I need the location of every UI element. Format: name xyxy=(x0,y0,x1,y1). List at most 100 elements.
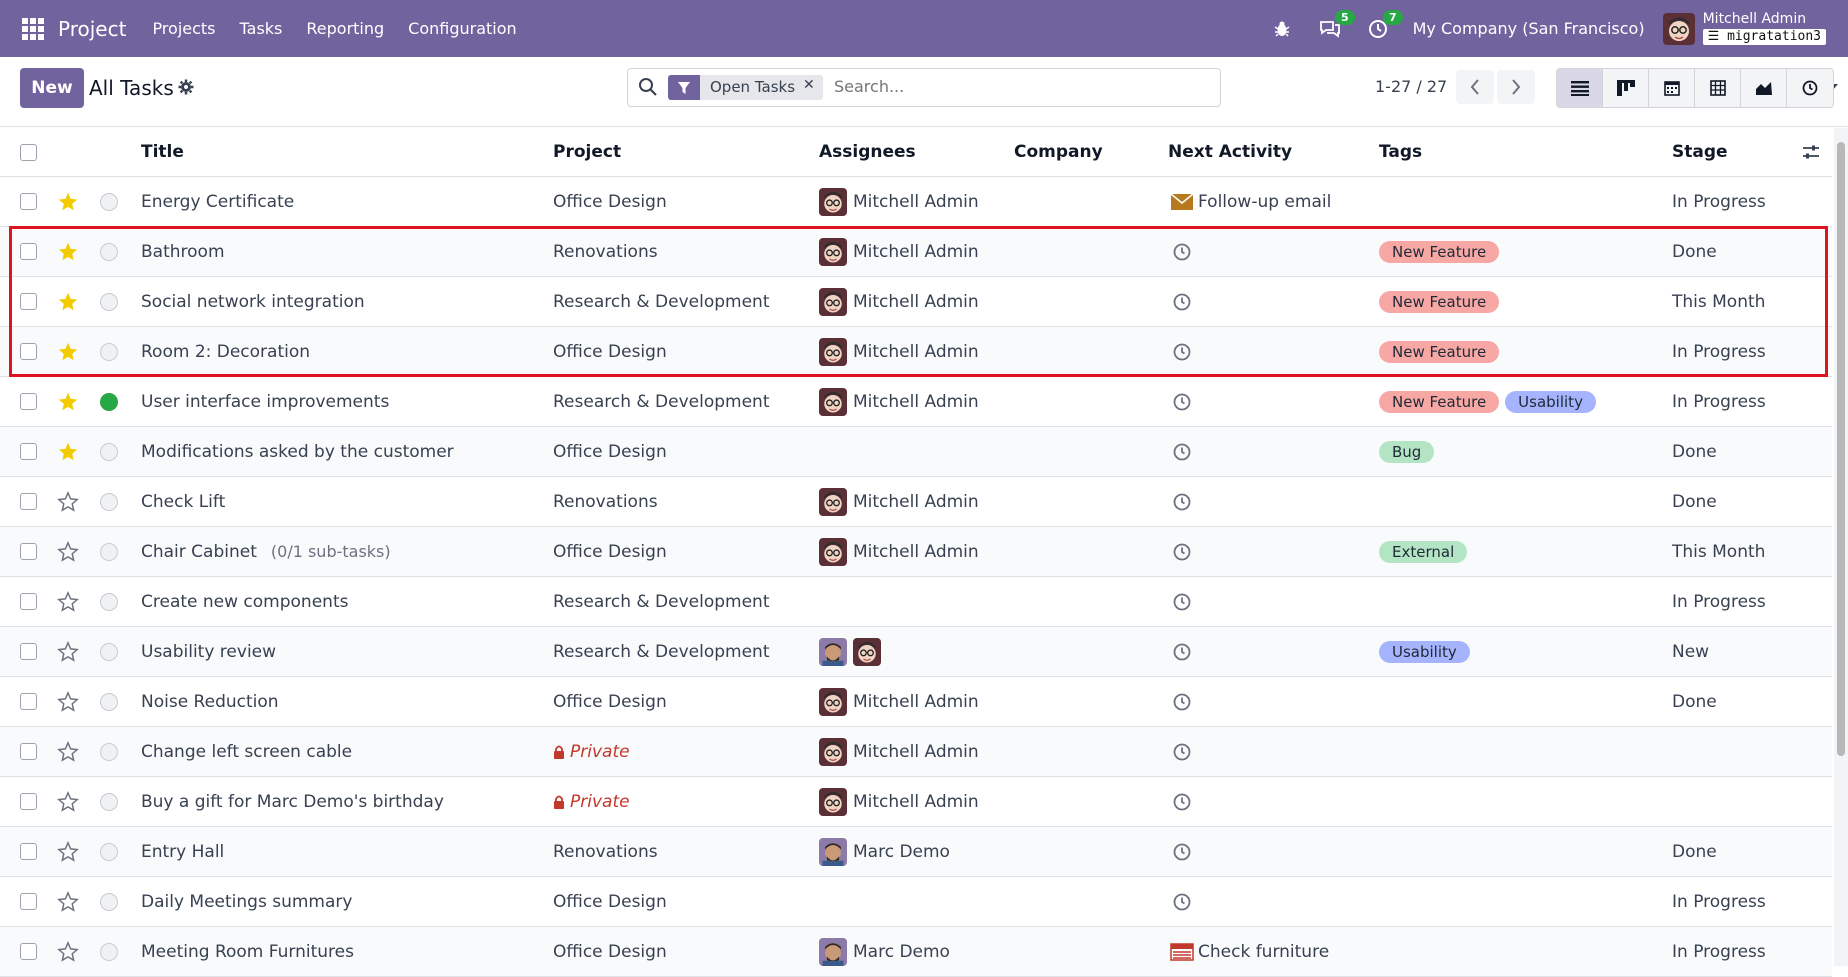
list-view-button[interactable] xyxy=(1557,69,1603,107)
column-title[interactable]: Title xyxy=(141,128,184,176)
row-checkbox[interactable] xyxy=(20,177,37,226)
assignee-avatar[interactable] xyxy=(819,287,847,316)
activity-cell[interactable] xyxy=(1170,327,1191,376)
search-bar[interactable]: Open Tasks ✕ xyxy=(627,68,1838,107)
bug-icon[interactable] xyxy=(1269,16,1295,42)
clock-icon[interactable] xyxy=(1173,543,1191,561)
clock-icon[interactable] xyxy=(1173,393,1191,411)
assignee-avatar[interactable] xyxy=(819,837,847,866)
calendar-icon[interactable] xyxy=(1170,942,1194,961)
star-outline-icon[interactable] xyxy=(57,527,79,576)
table-row[interactable]: Bathroom Renovations Mitchell Admin New Fea… xyxy=(0,227,1832,277)
menu-projects[interactable]: Projects xyxy=(152,19,215,38)
table-row[interactable]: Energy Certificate Office Design Mitchell … xyxy=(0,177,1832,227)
assignee-avatar[interactable] xyxy=(819,237,847,266)
remove-filter-icon[interactable]: ✕ xyxy=(803,75,823,100)
activity-cell[interactable] xyxy=(1170,777,1191,826)
clock-icon[interactable] xyxy=(1173,593,1191,611)
scrollbar-thumb[interactable] xyxy=(1837,142,1845,756)
assignee-avatar[interactable] xyxy=(819,387,847,416)
menu-configuration[interactable]: Configuration xyxy=(408,19,517,38)
activity-cell[interactable] xyxy=(1170,527,1191,576)
clock-icon[interactable] xyxy=(1173,293,1191,311)
clock-icon[interactable] xyxy=(1173,793,1191,811)
clock-icon[interactable] xyxy=(1173,643,1191,661)
optional-columns-icon[interactable] xyxy=(1802,128,1820,176)
activity-cell[interactable] xyxy=(1170,427,1191,476)
clock-icon[interactable] xyxy=(1173,343,1191,361)
kanban-state-icon[interactable] xyxy=(100,277,118,326)
clock-icon[interactable] xyxy=(1173,493,1191,511)
table-row[interactable]: Entry Hall Renovations Marc Demo Done xyxy=(0,827,1832,877)
assignee-avatar[interactable] xyxy=(819,687,847,716)
table-row[interactable]: Chair Cabinet (0/1 sub-tasks) Office Desig… xyxy=(0,527,1832,577)
table-row[interactable]: Change left screen cable Private Mitchell … xyxy=(0,727,1832,777)
star-outline-icon[interactable] xyxy=(57,727,79,776)
activity-view-button[interactable] xyxy=(1787,69,1833,107)
apps-grid-icon[interactable] xyxy=(22,17,44,40)
star-outline-icon[interactable] xyxy=(57,927,79,976)
assignees-cell[interactable]: Mitchell Admin xyxy=(819,727,979,776)
assignees-cell[interactable]: Mitchell Admin xyxy=(819,327,979,376)
new-button[interactable]: New xyxy=(20,68,84,108)
table-row[interactable]: Usability review Research & Development Us… xyxy=(0,627,1832,677)
table-row[interactable]: Modifications asked by the customer Offic… xyxy=(0,427,1832,477)
assignees-cell[interactable]: Mitchell Admin xyxy=(819,177,979,226)
assignee-avatar[interactable] xyxy=(819,487,847,516)
star-filled-icon[interactable] xyxy=(57,177,79,226)
column-project[interactable]: Project xyxy=(553,128,621,176)
activity-cell[interactable]: Follow-up email xyxy=(1170,177,1331,226)
kanban-state-icon[interactable] xyxy=(100,927,118,976)
star-outline-icon[interactable] xyxy=(57,477,79,526)
table-row[interactable]: Daily Meetings summary Office Design In Pr… xyxy=(0,877,1832,927)
menu-tasks[interactable]: Tasks xyxy=(240,19,283,38)
kanban-state-icon[interactable] xyxy=(100,827,118,876)
assignees-cell[interactable]: Mitchell Admin xyxy=(819,777,979,826)
table-row[interactable]: Room 2: Decoration Office Design Mitchell … xyxy=(0,327,1832,377)
assignees-cell[interactable]: Mitchell Admin xyxy=(819,377,979,426)
row-checkbox[interactable] xyxy=(20,627,37,676)
pager-value[interactable]: 1-27 / 27 xyxy=(1375,77,1447,96)
user-avatar[interactable] xyxy=(1662,12,1695,45)
row-checkbox[interactable] xyxy=(20,877,37,926)
row-checkbox[interactable] xyxy=(20,777,37,826)
row-checkbox[interactable] xyxy=(20,327,37,376)
kanban-state-icon[interactable] xyxy=(100,377,118,426)
activity-cell[interactable] xyxy=(1170,377,1191,426)
select-all-checkbox[interactable] xyxy=(20,128,37,176)
table-row[interactable]: Create new components Research & Developm… xyxy=(0,577,1832,627)
star-outline-icon[interactable] xyxy=(57,677,79,726)
search-input[interactable] xyxy=(834,77,1174,96)
assignees-cell[interactable]: Mitchell Admin xyxy=(819,277,979,326)
kanban-view-button[interactable] xyxy=(1603,69,1649,107)
pager-next-button[interactable] xyxy=(1497,70,1535,104)
assignee-avatar[interactable] xyxy=(819,537,847,566)
star-outline-icon[interactable] xyxy=(57,777,79,826)
clock-icon[interactable] xyxy=(1173,243,1191,261)
table-row[interactable]: Noise Reduction Office Design Mitchell Adm… xyxy=(0,677,1832,727)
row-checkbox[interactable] xyxy=(20,227,37,276)
star-filled-icon[interactable] xyxy=(57,427,79,476)
table-row[interactable]: Check Lift Renovations Mitchell Admin Done xyxy=(0,477,1832,527)
gear-icon[interactable] xyxy=(178,79,194,99)
kanban-state-icon[interactable] xyxy=(100,877,118,926)
activity-cell[interactable] xyxy=(1170,877,1191,926)
column-next-activity[interactable]: Next Activity xyxy=(1168,128,1292,176)
envelope-icon[interactable] xyxy=(1170,192,1194,211)
row-checkbox[interactable] xyxy=(20,427,37,476)
assignees-cell[interactable]: Marc Demo xyxy=(819,927,950,976)
kanban-state-icon[interactable] xyxy=(100,427,118,476)
column-stage[interactable]: Stage xyxy=(1672,128,1728,176)
column-assignees[interactable]: Assignees xyxy=(819,128,916,176)
clock-icon[interactable] xyxy=(1173,443,1191,461)
assignee-avatar[interactable] xyxy=(853,637,881,666)
assignees-cell[interactable] xyxy=(819,627,887,676)
star-filled-icon[interactable] xyxy=(57,227,79,276)
row-checkbox[interactable] xyxy=(20,827,37,876)
clock-icon[interactable] xyxy=(1173,693,1191,711)
calendar-view-button[interactable] xyxy=(1649,69,1695,107)
star-filled-icon[interactable] xyxy=(57,277,79,326)
table-row[interactable]: User interface improvements Research & De… xyxy=(0,377,1832,427)
activity-cell[interactable] xyxy=(1170,227,1191,276)
vertical-scrollbar[interactable] xyxy=(1834,128,1848,966)
